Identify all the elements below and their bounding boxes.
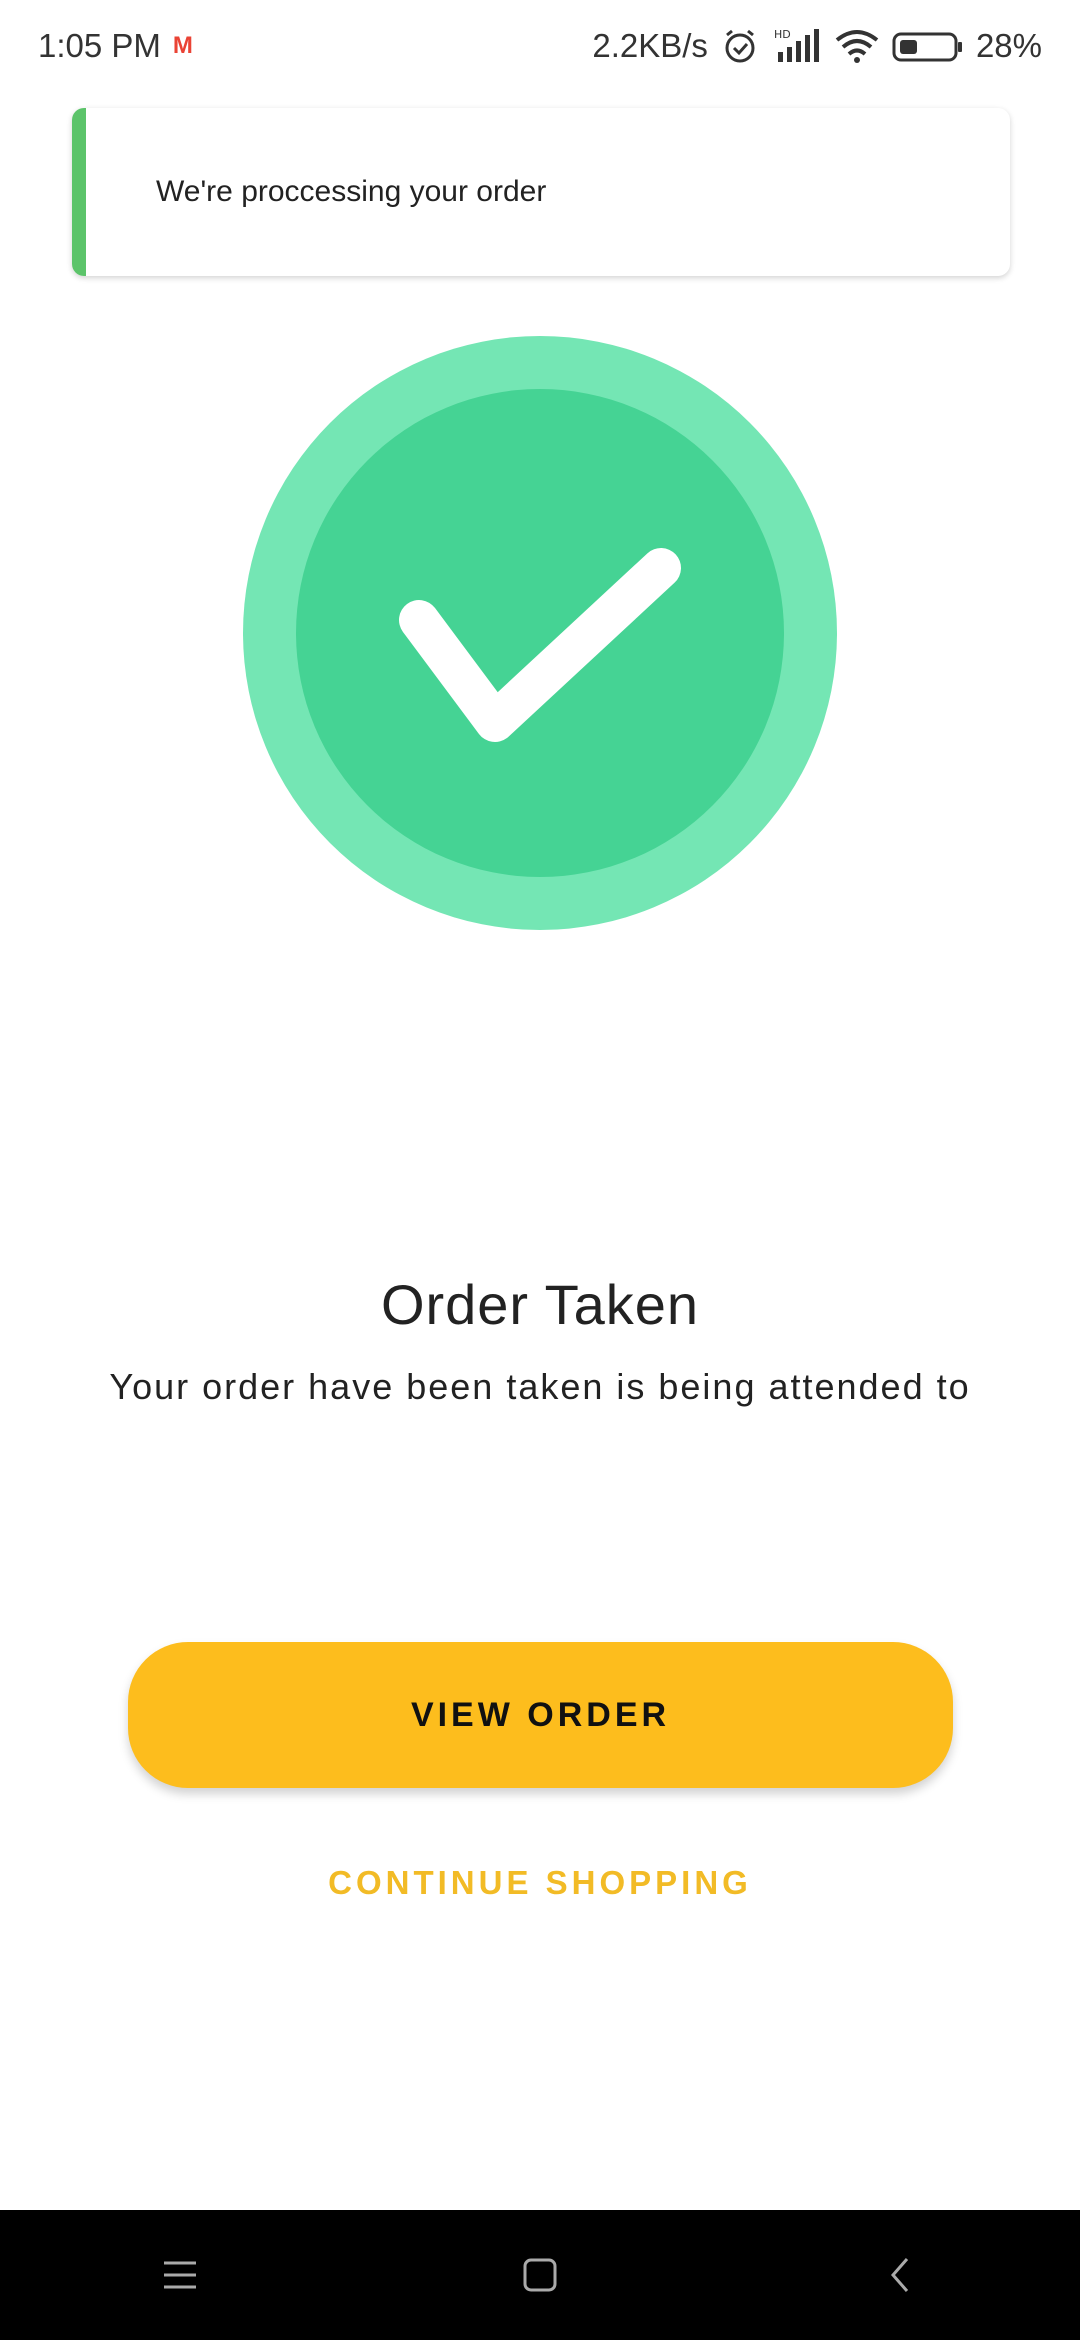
alarm-icon (720, 26, 760, 66)
network-speed: 2.2KB/s (592, 27, 708, 64)
hd-signal-icon: HD (772, 26, 822, 66)
status-right: 2.2KB/s HD 28% (592, 26, 1042, 66)
continue-shopping-link[interactable]: CONTINUE SHOPPING (0, 1864, 1080, 1902)
battery-percent: 28% (975, 27, 1042, 64)
toast-accent-bar (72, 108, 86, 276)
svg-text:HD: HD (774, 28, 791, 41)
page-subtitle: Your order have been taken is being atte… (109, 1366, 971, 1407)
status-time: 1:05 PM (38, 27, 161, 64)
toast-message: We're proccessing your order (156, 175, 547, 208)
battery-icon (892, 26, 964, 66)
menu-icon[interactable] (140, 2235, 220, 2315)
status-bar: 1:05 PM M 2.2KB/s HD 28% (0, 0, 1080, 92)
status-left: 1:05 PM M (38, 27, 193, 65)
check-icon (399, 548, 681, 742)
gmail-icon: M (172, 32, 193, 59)
home-icon[interactable] (500, 2235, 580, 2315)
processing-toast: We're proccessing your order (72, 108, 1010, 276)
success-circle (243, 336, 837, 930)
wifi-icon (834, 26, 880, 66)
page-title: Order Taken (380, 1273, 700, 1336)
view-order-button[interactable]: VIEW ORDER (128, 1642, 953, 1788)
back-icon[interactable] (860, 2235, 940, 2315)
system-nav-bar (0, 2210, 1080, 2340)
